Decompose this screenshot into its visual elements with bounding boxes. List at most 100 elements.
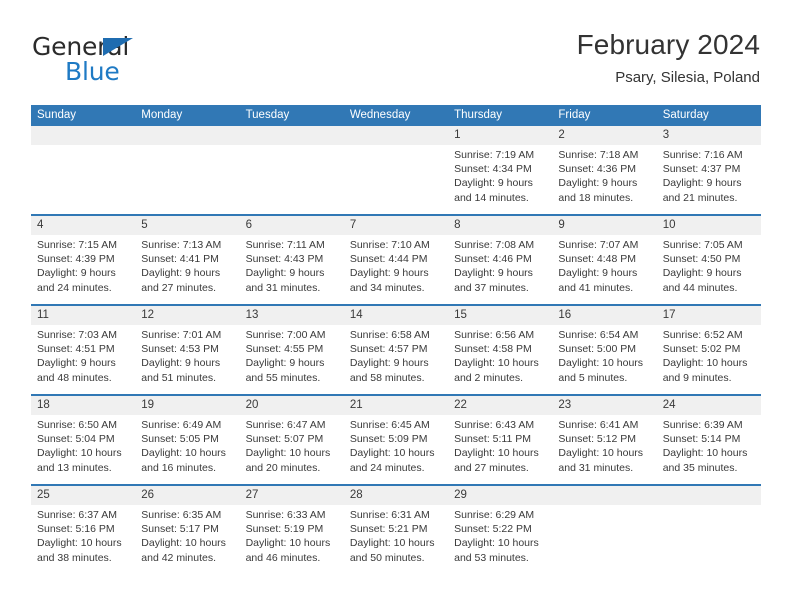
- day-number[interactable]: 13: [240, 306, 344, 325]
- sunset-text: Sunset: 5:11 PM: [454, 433, 531, 446]
- sunset-text: Sunset: 4:58 PM: [454, 343, 532, 356]
- daylight-text-line2: and 13 minutes.: [37, 461, 112, 474]
- day-number[interactable]: 29: [448, 486, 552, 505]
- day-number[interactable]: 1: [448, 126, 552, 145]
- daylight-text-line2: and 27 minutes.: [141, 281, 216, 294]
- daylight-text-line1: Daylight: 9 hours: [558, 177, 638, 190]
- day-sun-info: Sunrise: 7:05 AM Sunset: 4:50 PM Daylight:…: [657, 235, 761, 304]
- day-number[interactable]: 15: [448, 306, 552, 325]
- day-sun-info: Sunrise: 7:16 AM Sunset: 4:37 PM Daylight:…: [657, 145, 761, 214]
- day-sun-info: Sunrise: 6:52 AM Sunset: 5:02 PM Daylight:…: [657, 325, 761, 394]
- sunrise-text: Sunrise: 7:16 AM: [662, 149, 743, 161]
- day-sun-info: Sunrise: 6:33 AM Sunset: 5:19 PM Daylight:…: [240, 505, 344, 574]
- day-number[interactable]: 20: [240, 396, 344, 415]
- daylight-text-line2: and 16 minutes.: [141, 461, 216, 474]
- day-sun-info: Sunrise: 6:37 AM Sunset: 5:16 PM Daylight:…: [31, 505, 135, 574]
- calendar-week-row: 1 2 3 Sunrise: 7:19 AM Sunset: 4:34 PM Daylig…: [31, 126, 761, 214]
- day-cell-empty: [552, 505, 656, 574]
- day-number-empty: [552, 486, 656, 505]
- daylight-text-line1: Daylight: 9 hours: [141, 267, 221, 280]
- sunrise-text: Sunrise: 6:43 AM: [454, 419, 535, 431]
- daylight-text-line1: Daylight: 10 hours: [349, 447, 435, 460]
- day-number[interactable]: 2: [552, 126, 656, 145]
- sunrise-text: Sunrise: 7:07 AM: [558, 239, 639, 251]
- general-blue-logo[interactable]: General Blue: [32, 34, 252, 92]
- daylight-text-line1: Daylight: 9 hours: [37, 357, 116, 370]
- day-cell-empty: [135, 145, 239, 214]
- day-number[interactable]: 9: [552, 216, 656, 235]
- weekday-header-saturday: Saturday: [662, 109, 709, 121]
- day-number[interactable]: 11: [31, 306, 135, 325]
- day-number[interactable]: 10: [657, 216, 761, 235]
- day-number[interactable]: 19: [135, 396, 239, 415]
- calendar-page: General Blue February 2024 Psary, Silesi…: [0, 0, 792, 612]
- day-number[interactable]: 25: [31, 486, 135, 505]
- day-sun-info: Sunrise: 6:31 AM Sunset: 5:21 PM Daylight:…: [344, 505, 448, 574]
- daylight-text-line2: and 5 minutes.: [558, 371, 628, 384]
- weekday-header-thursday: Thursday: [454, 109, 503, 121]
- daylight-text-line1: Daylight: 9 hours: [349, 267, 429, 280]
- week-info-band: Sunrise: 7:19 AM Sunset: 4:34 PM Daylight:…: [31, 145, 761, 214]
- day-sun-info: Sunrise: 6:58 AM Sunset: 4:57 PM Daylight:…: [344, 325, 448, 394]
- day-number[interactable]: 6: [240, 216, 344, 235]
- day-number-empty: [31, 126, 135, 145]
- day-number[interactable]: 7: [344, 216, 448, 235]
- weekday-header-sunday: Sunday: [37, 109, 77, 121]
- daylight-text-line2: and 53 minutes.: [454, 551, 529, 564]
- daylight-text-line1: Daylight: 10 hours: [454, 447, 539, 460]
- day-sun-info: Sunrise: 6:50 AM Sunset: 5:04 PM Daylight:…: [31, 415, 135, 484]
- day-number[interactable]: 26: [135, 486, 239, 505]
- calendar-weeks: 1 2 3 Sunrise: 7:19 AM Sunset: 4:34 PM Daylig…: [31, 126, 761, 574]
- day-number[interactable]: 18: [31, 396, 135, 415]
- day-sun-info: Sunrise: 6:56 AM Sunset: 4:58 PM Daylight:…: [448, 325, 552, 394]
- weekday-header-row: Sunday Monday Tuesday Wednesday Thursday Frid…: [31, 105, 761, 126]
- week-date-band: 123: [31, 126, 761, 145]
- daylight-text-line2: and 48 minutes.: [37, 371, 112, 384]
- sunset-text: Sunset: 4:39 PM: [37, 253, 115, 266]
- sunrise-text: Sunrise: 6:33 AM: [245, 509, 326, 521]
- day-number[interactable]: 27: [240, 486, 344, 505]
- day-number[interactable]: 5: [135, 216, 239, 235]
- day-number[interactable]: 16: [552, 306, 656, 325]
- day-number[interactable]: 23: [552, 396, 656, 415]
- day-sun-info: Sunrise: 7:18 AM Sunset: 4:36 PM Daylight:…: [552, 145, 656, 214]
- day-number-empty: [135, 126, 239, 145]
- day-sun-info: Sunrise: 6:49 AM Sunset: 5:05 PM Daylight:…: [135, 415, 239, 484]
- page-header: General Blue February 2024 Psary, Silesi…: [32, 28, 760, 96]
- weekday-header-friday: Friday: [558, 109, 591, 121]
- day-sun-info: Sunrise: 7:15 AM Sunset: 4:39 PM Daylight:…: [31, 235, 135, 304]
- day-sun-info: Sunrise: 6:39 AM Sunset: 5:14 PM Daylight:…: [657, 415, 761, 484]
- daylight-text-line1: Daylight: 10 hours: [141, 447, 226, 460]
- day-number[interactable]: 4: [31, 216, 135, 235]
- day-sun-info: Sunrise: 7:01 AM Sunset: 4:53 PM Daylight:…: [135, 325, 239, 394]
- day-number[interactable]: 21: [344, 396, 448, 415]
- day-number[interactable]: 14: [344, 306, 448, 325]
- sunset-text: Sunset: 4:55 PM: [245, 343, 324, 356]
- day-sun-info: Sunrise: 7:10 AM Sunset: 4:44 PM Daylight:…: [344, 235, 448, 304]
- day-number[interactable]: 28: [344, 486, 448, 505]
- daylight-text-line2: and 42 minutes.: [141, 551, 216, 564]
- daylight-text-line1: Daylight: 10 hours: [37, 537, 122, 550]
- logo-text-general: General: [32, 32, 130, 61]
- sunset-text: Sunset: 5:07 PM: [245, 433, 324, 446]
- day-number[interactable]: 17: [657, 306, 761, 325]
- daylight-text-line2: and 55 minutes.: [245, 371, 321, 384]
- day-number[interactable]: 8: [448, 216, 552, 235]
- day-number-empty: [657, 486, 761, 505]
- week-info-band: Sunrise: 7:15 AM Sunset: 4:39 PM Daylight:…: [31, 235, 761, 304]
- day-cell-empty: [240, 145, 344, 214]
- sunrise-text: Sunrise: 7:19 AM: [454, 149, 535, 161]
- day-sun-info: Sunrise: 7:13 AM Sunset: 4:41 PM Daylight:…: [135, 235, 239, 304]
- day-number[interactable]: 22: [448, 396, 552, 415]
- day-number[interactable]: 3: [657, 126, 761, 145]
- week-date-band: 18 19 20 21 22 23 24: [31, 396, 761, 415]
- sunrise-text: Sunrise: 6:35 AM: [141, 509, 222, 521]
- daylight-text-line2: and 50 minutes.: [349, 551, 425, 564]
- sunrise-text: Sunrise: 7:05 AM: [662, 239, 743, 251]
- day-number[interactable]: 24: [657, 396, 761, 415]
- daylight-text-line1: Daylight: 10 hours: [141, 537, 226, 550]
- sunset-text: Sunset: 5:22 PM: [454, 523, 532, 536]
- title-block: February 2024 Psary, Silesia, Poland: [577, 28, 760, 87]
- day-number[interactable]: 12: [135, 306, 239, 325]
- sunrise-text: Sunrise: 6:29 AM: [454, 509, 535, 521]
